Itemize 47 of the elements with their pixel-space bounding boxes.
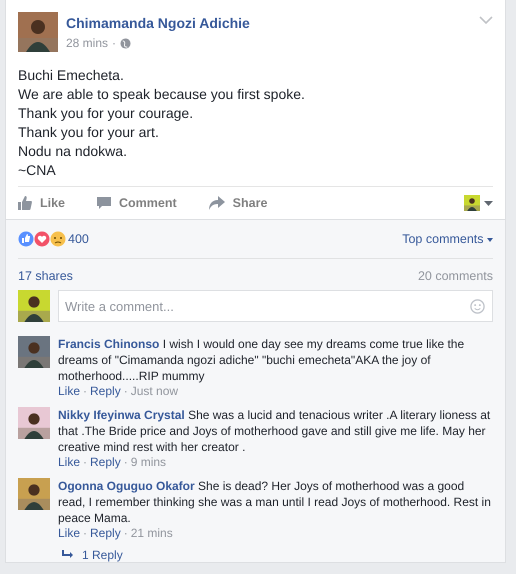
author-name[interactable]: Chimamanda Ngozi Adichie: [66, 15, 250, 31]
post-text: Nodu na ndokwa.: [18, 142, 128, 161]
speech-bubble-icon: [97, 196, 112, 210]
separator: ·: [83, 384, 88, 398]
chevron-icon[interactable]: [479, 16, 493, 25]
post-text: ~CNA: [18, 161, 57, 180]
separator: ·: [124, 384, 128, 398]
separator: ·: [112, 36, 116, 50]
action-button[interactable]: Share: [208, 196, 268, 210]
like-link[interactable]: Like: [58, 526, 80, 540]
separator: ·: [124, 455, 128, 469]
post-text: Thank you for your courage.: [18, 104, 194, 123]
separator: ·: [124, 526, 128, 540]
separator: ·: [83, 526, 88, 540]
like-link[interactable]: Like: [58, 455, 80, 469]
reaction-icons-drawing[interactable]: [18, 231, 66, 247]
comment-time: 21 mins: [130, 526, 173, 540]
share-arrow-icon: [208, 196, 225, 210]
commenter-name[interactable]: Francis Chinonso: [58, 337, 160, 351]
caret-icon[interactable]: [487, 238, 493, 242]
comment-text: Nikky Ifeyinwa Crystal She was a lucid and tenacious writer .A literary lioness at that .The Bride price and Joys of motherhood gave and still give me life. May her creative mind rest with her creator .: [58, 407, 492, 455]
action-button[interactable]: Comment: [97, 196, 177, 210]
separator: ·: [83, 455, 88, 469]
comment-time: Just now: [130, 384, 178, 398]
comment-text: Ogonna Oguguo Okafor She is dead? Her Joys of motherhood was a good read, I remember thinking she was a man until I read Joys of motherhood. Rest in peace Mama.: [58, 478, 492, 526]
comment-text: Francis Chinonso I wish I would one day see my dreams come true like the dreams of "Cimamanda ngozi adiche" "buchi emecheta"AKA the joy of motherhood.....RIP mummy: [58, 336, 466, 384]
post-text: Buchi Emecheta.: [18, 66, 125, 85]
reply-link[interactable]: Reply: [90, 455, 121, 469]
post-text: We are able to speak because you first spoke.: [18, 85, 306, 104]
sort-dropdown[interactable]: Top comments: [402, 232, 493, 246]
emoji-icon[interactable]: [470, 299, 485, 314]
reply-link[interactable]: Reply: [90, 526, 121, 540]
comment-input[interactable]: Write a comment...: [58, 290, 493, 322]
commenter-name[interactable]: Ogonna Oguguo Okafor: [58, 479, 195, 493]
commenter-name[interactable]: Nikky Ifeyinwa Crystal: [58, 408, 185, 422]
thumbs-up-icon: [18, 196, 32, 210]
globe-icon: [120, 38, 132, 48]
reaction-count[interactable]: 400: [68, 232, 89, 246]
post-text: Thank you for your art.: [18, 123, 160, 142]
action-button[interactable]: Like: [18, 196, 66, 210]
caret-icon[interactable]: [484, 200, 493, 206]
comment-time: 9 mins: [130, 455, 166, 469]
replies-link[interactable]: 1 Reply: [62, 548, 493, 562]
shares-link[interactable]: 17 shares: [18, 269, 73, 283]
reply-arrow-icon: [62, 550, 74, 560]
like-link[interactable]: Like: [58, 384, 80, 398]
reply-link[interactable]: Reply: [90, 384, 121, 398]
